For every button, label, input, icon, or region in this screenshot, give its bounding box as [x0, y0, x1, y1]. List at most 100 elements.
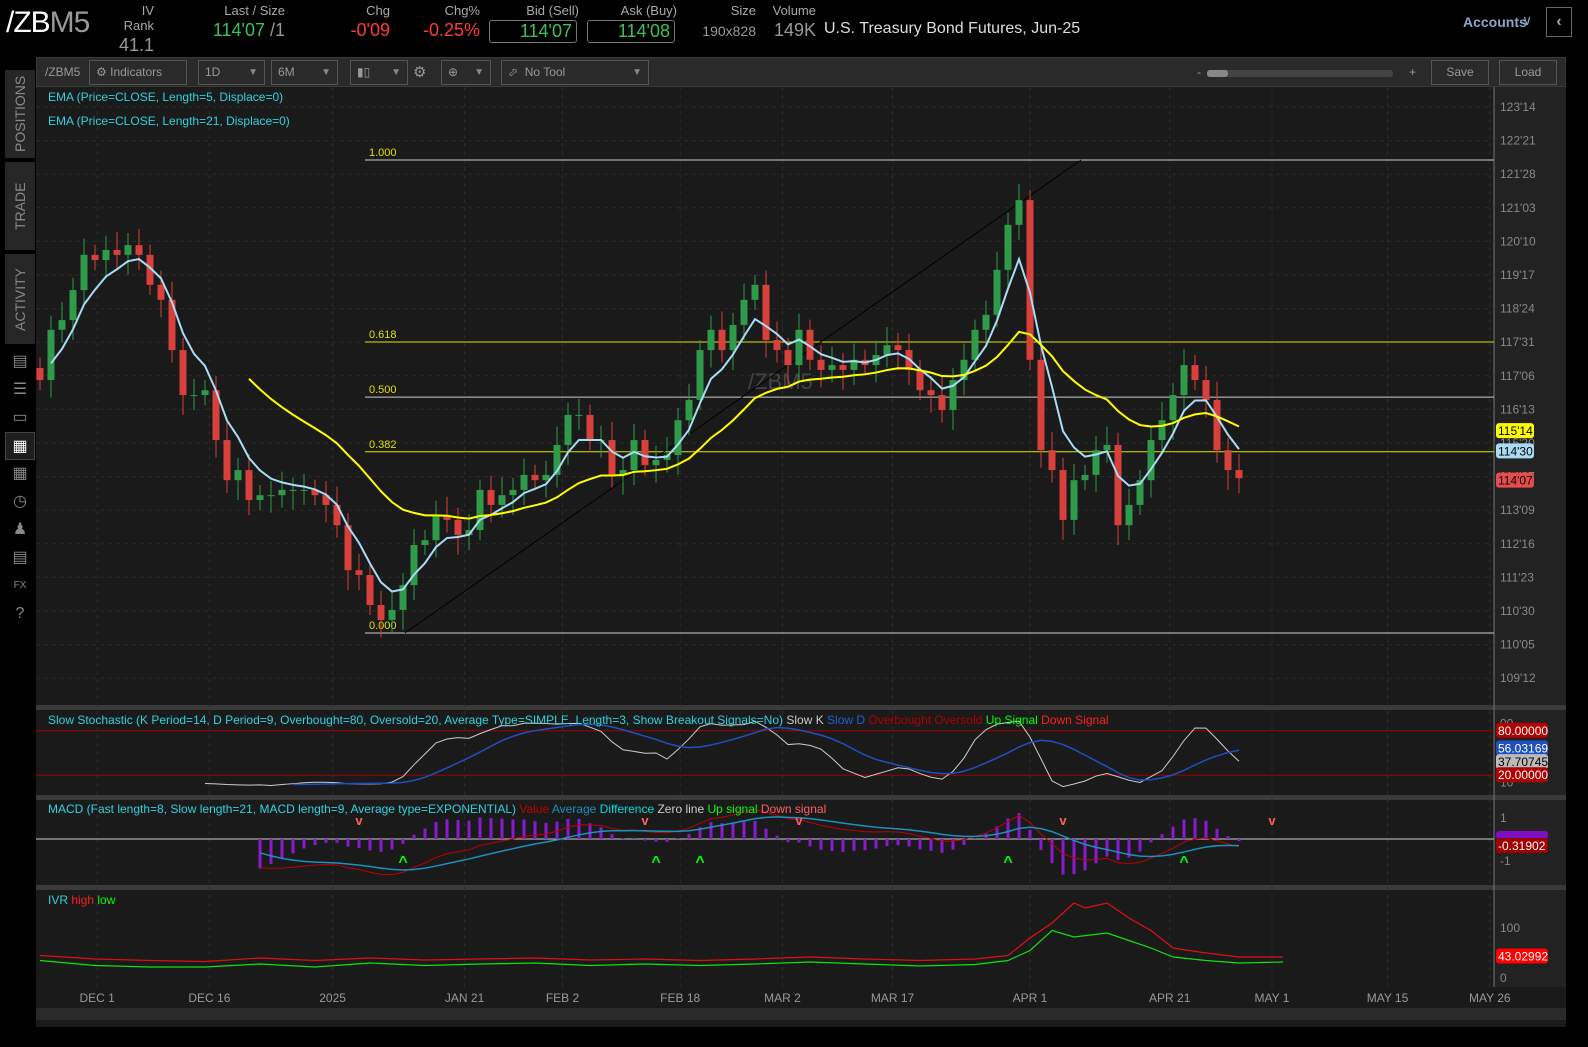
candle-body	[289, 489, 297, 491]
chart-style-select[interactable]: ▮▯ ▼	[350, 60, 408, 85]
candle-body	[1191, 365, 1199, 381]
candle-body	[80, 254, 88, 291]
zoom-out-button[interactable]: -	[1197, 60, 1201, 85]
size: Size 190x828	[700, 3, 756, 39]
macd-histogram-bar	[654, 839, 658, 842]
chevron-down-icon[interactable]: ∨	[1522, 12, 1532, 29]
last-size: Last / Size 114'07 /1	[190, 3, 285, 41]
candle-body	[234, 470, 242, 481]
help-icon[interactable]: ?	[5, 600, 35, 628]
macd-value-marker	[1496, 831, 1548, 839]
watchlist-icon[interactable]: ☰	[5, 376, 35, 404]
legend-item: Up Signal	[986, 713, 1041, 727]
clock-icon[interactable]: ◷	[5, 488, 35, 516]
indicators-button[interactable]: ⚙ Indicators	[89, 60, 187, 85]
tool-select[interactable]: ⬀ No Tool ▼	[501, 60, 649, 85]
macd-histogram-bar	[1182, 819, 1186, 839]
candle-body	[883, 345, 891, 355]
price-tick-label: 119'17	[1500, 268, 1535, 282]
candle-body	[729, 324, 737, 351]
macd-histogram-bar	[764, 828, 768, 839]
ask[interactable]: Ask (Buy) 114'08	[587, 3, 677, 43]
timeframe-select[interactable]: 6M ▼	[271, 60, 338, 85]
horizontal-scrollbar[interactable]	[36, 1008, 1566, 1020]
calendar-icon[interactable]: ▤	[5, 544, 35, 572]
save-button[interactable]: Save	[1431, 60, 1489, 85]
dropdown-arrow-icon: ▼	[248, 67, 258, 78]
candle-body	[1059, 470, 1067, 520]
zoom-slider-knob[interactable]	[1207, 70, 1228, 77]
candle-body	[509, 489, 517, 496]
candle-body	[652, 459, 660, 466]
last-size-value: /1	[269, 20, 285, 40]
chg-label: Chg	[366, 3, 390, 18]
gear-icon[interactable]: ⚙	[413, 60, 426, 85]
candle-body	[245, 470, 253, 501]
candle-body	[91, 254, 99, 261]
candle	[1037, 345, 1045, 468]
symbol[interactable]: /ZBM5	[6, 6, 90, 40]
legend-item: Slow D	[827, 713, 868, 727]
load-button[interactable]: Load	[1499, 60, 1557, 85]
candle-body	[674, 420, 682, 456]
macd-histogram-bar	[434, 822, 438, 839]
chart-icon[interactable]: ▦	[5, 432, 35, 460]
up-signal-icon: ^	[1003, 854, 1012, 871]
accounts-menu[interactable]: Accounts	[1463, 14, 1527, 30]
price-tick-label: 116'13	[1500, 402, 1535, 416]
instrument-description: U.S. Treasury Bond Futures, Jun-25	[824, 20, 1081, 37]
macd-tick: 1	[1500, 811, 1507, 825]
legend-item: Oversold	[934, 713, 985, 727]
macd-histogram-bar	[379, 839, 383, 852]
news-icon[interactable]: ▤	[5, 348, 35, 376]
candle-body	[454, 519, 462, 535]
macd-histogram-bar	[1072, 839, 1076, 875]
candle-body	[1125, 504, 1133, 526]
indicator-marker-label: 56.03169	[1498, 742, 1548, 756]
candle-body	[575, 414, 583, 416]
tab-trade[interactable]: TRADE	[5, 162, 35, 250]
chart-area[interactable]: DEC 1 DEC 16 2025 JAN 21 FEB 2 FEB 18 MAR 2 MAR…	[36, 87, 1566, 1027]
x-tick-label: FEB 2	[546, 991, 580, 1005]
collapse-panel-button[interactable]: ‹	[1546, 7, 1572, 37]
quote-header: /ZBM5 IV Rank 41.1 Last / Size 114'07 /1 C…	[0, 0, 1588, 56]
macd-tick: -1	[1500, 854, 1511, 868]
zoom-slider[interactable]	[1207, 70, 1393, 77]
zoom-in-button[interactable]: +	[1409, 60, 1416, 85]
macd-histogram-bar	[577, 818, 581, 839]
ask-label: Ask (Buy)	[620, 3, 677, 18]
community-icon[interactable]: ♟	[5, 516, 35, 544]
aggregation-select[interactable]: 1D ▼	[198, 60, 265, 85]
macd-histogram-bar	[423, 828, 427, 839]
candle-body	[1015, 200, 1023, 225]
up-signal-icon: ^	[1179, 854, 1188, 871]
candle-body	[784, 350, 792, 366]
candle-body	[916, 369, 924, 391]
tab-activity[interactable]: ACTIVITY	[5, 254, 35, 344]
fx-icon[interactable]: FX	[5, 572, 35, 600]
bid-button[interactable]: 114'07	[489, 20, 577, 43]
tab-positions[interactable]: POSITIONS	[5, 70, 35, 158]
up-signal-icon: ^	[398, 854, 407, 871]
candle-body	[223, 440, 231, 481]
macd-histogram-bar	[324, 839, 328, 843]
tv-icon[interactable]: ▭	[5, 404, 35, 432]
macd-histogram-bar	[907, 839, 911, 847]
candle-body	[58, 320, 66, 330]
grid-icon[interactable]: ▦	[5, 460, 35, 488]
macd-histogram-bar	[335, 839, 339, 843]
price-tick-label: 113'09	[1500, 503, 1535, 517]
chart-symbol[interactable]: /ZBM5	[45, 60, 80, 85]
macd-histogram-bar	[368, 839, 372, 851]
ask-button[interactable]: 114'08	[587, 20, 675, 43]
candle-body	[1158, 420, 1166, 441]
drawing-tools-select[interactable]: ⊕ ▼	[441, 60, 491, 85]
dropdown-arrow-icon: ▼	[632, 67, 642, 78]
macd-histogram-bar	[599, 827, 603, 839]
bid[interactable]: Bid (Sell) 114'07	[489, 3, 579, 43]
macd-histogram-bar	[863, 839, 867, 851]
last-label: Last / Size	[224, 3, 285, 18]
macd-histogram-bar	[467, 820, 471, 839]
ivr-tick: 100	[1500, 921, 1520, 935]
macd-histogram-bar	[390, 839, 394, 850]
